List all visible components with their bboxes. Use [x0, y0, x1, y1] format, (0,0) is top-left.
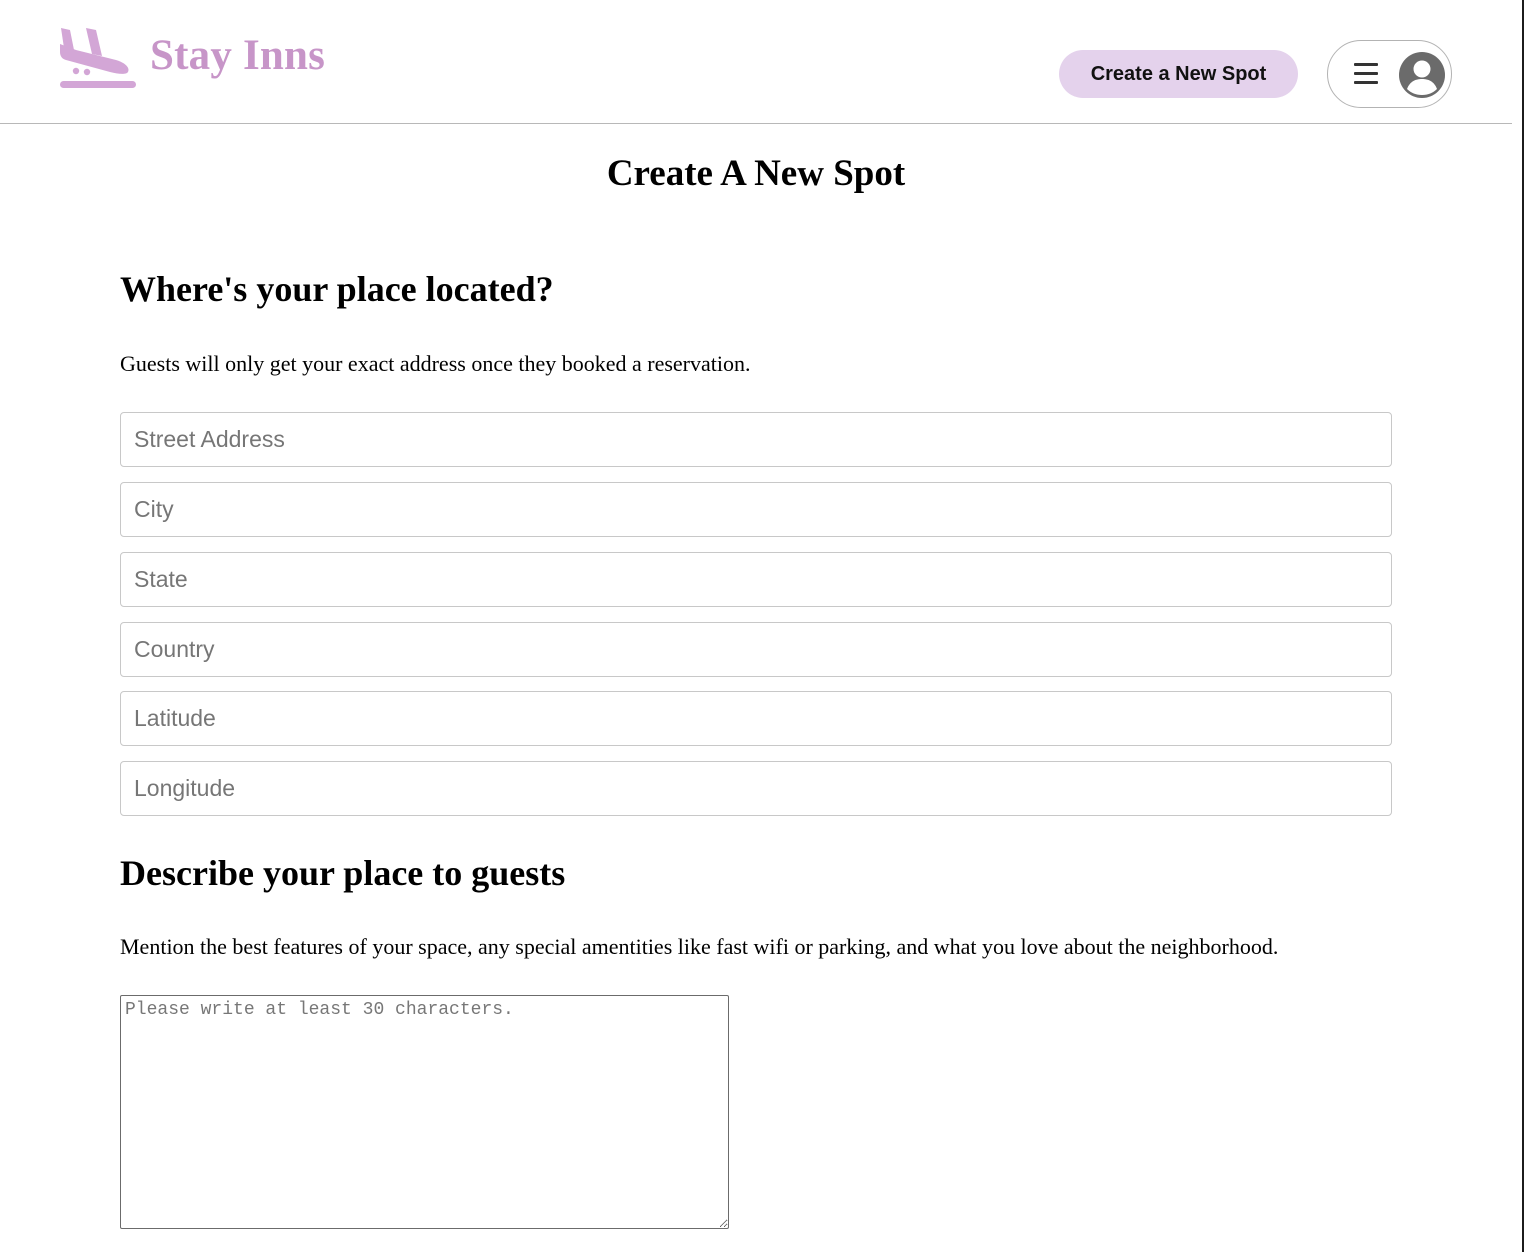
- home-logo-link[interactable]: Stay Inns: [58, 26, 325, 90]
- city-input[interactable]: [120, 482, 1392, 537]
- description-instructions: Mention the best features of your space,…: [120, 934, 1279, 959]
- location-description: Guests will only get your exact address …: [120, 351, 751, 376]
- hamburger-menu-icon: [1354, 63, 1378, 85]
- location-heading: Where's your place located?: [120, 269, 554, 309]
- street-address-input[interactable]: [120, 412, 1392, 467]
- country-input[interactable]: [120, 622, 1392, 677]
- description-heading: Describe your place to guests: [120, 853, 566, 893]
- latitude-input[interactable]: [120, 691, 1392, 746]
- user-circle-icon: [1399, 52, 1445, 98]
- brand-name: Stay Inns: [150, 31, 326, 79]
- description-textarea[interactable]: [120, 995, 729, 1229]
- profile-menu-button[interactable]: [1327, 40, 1452, 108]
- page-title: Create A New Spot: [606, 153, 906, 194]
- top-nav: Stay Inns Create a New Spot: [0, 0, 1512, 124]
- longitude-input[interactable]: [120, 761, 1392, 816]
- plane-landing-icon: [60, 28, 136, 88]
- page-frame: Stay Inns Create a New Spot Create A New…: [0, 0, 1526, 1252]
- state-input[interactable]: [120, 552, 1392, 607]
- window-edge: [1522, 0, 1524, 1252]
- create-new-spot-button[interactable]: Create a New Spot: [1059, 50, 1298, 98]
